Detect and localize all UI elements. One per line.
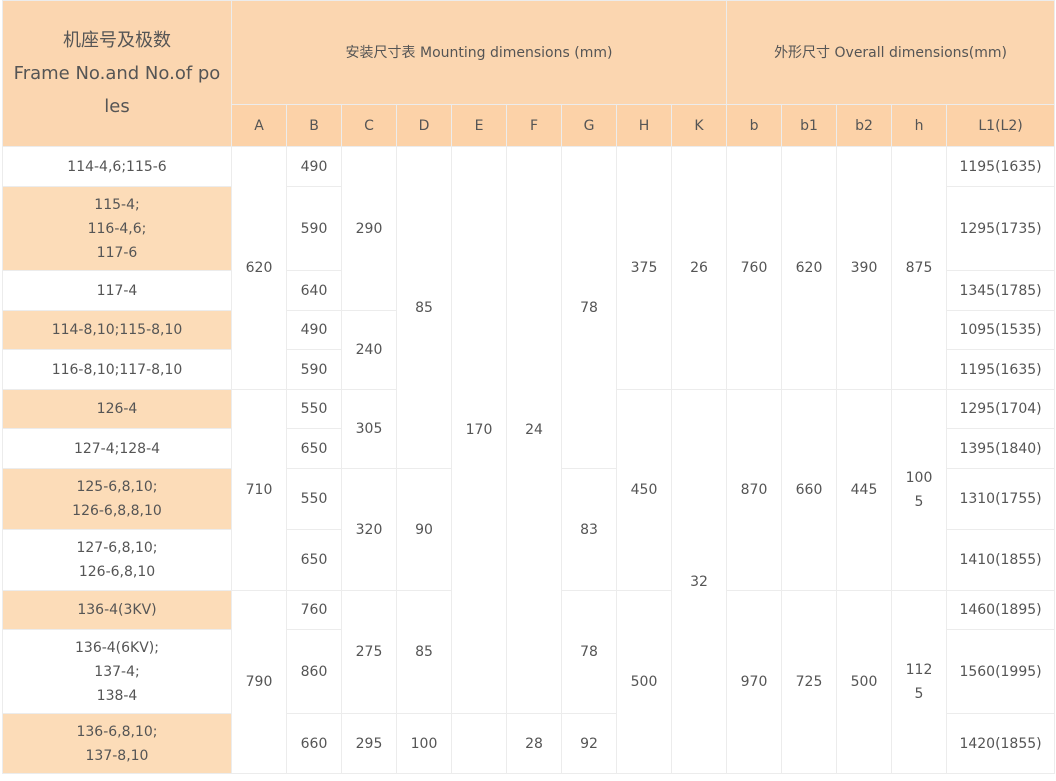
cell-k: 32 — [670, 389, 728, 774]
cell-g: 92 — [561, 713, 617, 774]
cell-b: 590 — [286, 349, 342, 390]
cell-a: 790 — [231, 590, 287, 774]
column-header-c: C — [341, 104, 397, 147]
overall-dimensions-header: 外形尺寸 Overall dimensions(mm) — [726, 0, 1056, 105]
cell-c: 275 — [341, 590, 397, 714]
table-row: 114-4,6;115-6 620 490 290 85 170 24 78 3… — [2, 146, 1056, 714]
frame-cell: 127-4;128-4 — [2, 428, 232, 469]
frame-cell: 136-4(3KV) — [2, 590, 232, 630]
cell-b: 490 — [286, 146, 342, 187]
cell-c: 290 — [341, 146, 397, 311]
cell-b: 590 — [286, 186, 342, 271]
frame-cell: 136-6,8,10; 137-8,10 — [2, 713, 232, 774]
cell-b: 660 — [286, 713, 342, 774]
frame-cell: 116-8,10;117-8,10 — [2, 349, 232, 390]
frame-cell: 125-6,8,10; 126-6,8,8,10 — [2, 468, 232, 530]
column-header-b-overall: b — [726, 104, 783, 147]
cell-l1: 1460(1895) — [946, 590, 1056, 630]
cell-l1: 1095(1535) — [946, 310, 1056, 350]
cell-c: 305 — [341, 389, 397, 469]
cell-l1: 1395(1840) — [946, 428, 1056, 469]
cell-a: 710 — [231, 389, 287, 591]
cell-b: 860 — [286, 629, 342, 714]
cell-b-overall: 760 — [726, 146, 783, 390]
cell-h-overall: 100 5 — [891, 389, 948, 591]
column-header-d: D — [396, 104, 452, 147]
cell-e — [451, 713, 507, 774]
column-header-h: H — [616, 104, 672, 147]
dimensions-table: 机座号及极数 Frame No.and No.of po les 安装尺寸表 M… — [2, 0, 1056, 774]
frame-cell: 117-4 — [2, 270, 232, 311]
cell-h: 450 — [616, 389, 672, 591]
frame-cell: 136-4(6KV); 137-4; 138-4 — [2, 629, 232, 714]
cell-l1: 1560(1995) — [946, 629, 1056, 714]
cell-b1: 725 — [781, 590, 838, 774]
cell-d: 85 — [396, 146, 452, 469]
cell-b: 760 — [286, 590, 342, 630]
cell-b2: 500 — [836, 590, 893, 774]
column-header-l1: L1(L2) — [946, 104, 1056, 147]
frame-cell: 114-8,10;115-8,10 — [2, 310, 232, 350]
cell-g: 78 — [561, 146, 617, 469]
cell-b: 550 — [286, 389, 342, 429]
cell-c: 320 — [341, 468, 397, 591]
column-header-g: G — [561, 104, 617, 147]
cell-f: 28 — [506, 713, 562, 774]
cell-g: 78 — [561, 590, 617, 714]
cell-l1: 1345(1785) — [946, 270, 1056, 311]
cell-c: 240 — [341, 310, 397, 390]
cell-d: 90 — [396, 468, 452, 591]
cell-l1: 1295(1735) — [946, 186, 1056, 271]
cell-l1: 1420(1855) — [946, 713, 1056, 774]
cell-b: 650 — [286, 428, 342, 469]
cell-b2: 445 — [836, 389, 893, 591]
cell-c: 295 — [341, 713, 397, 774]
frame-cell: 115-4; 116-4,6; 117-6 — [2, 186, 232, 271]
frame-cell: 126-4 — [2, 389, 232, 429]
frame-cell: 127-6,8,10; 126-6,8,10 — [2, 529, 232, 591]
cell-a: 620 — [231, 146, 287, 390]
mounting-dimensions-header: 安装尺寸表 Mounting dimensions (mm) — [230, 0, 728, 105]
cell-b-overall: 970 — [726, 590, 783, 774]
cell-l1: 1410(1855) — [946, 529, 1056, 591]
column-header-b: B — [286, 104, 342, 147]
column-header-k: K — [670, 104, 728, 147]
column-header-e: E — [451, 104, 507, 147]
cell-l1: 1195(1635) — [946, 349, 1056, 390]
frame-header: 机座号及极数 Frame No.and No.of po les — [2, 0, 232, 147]
cell-f: 24 — [506, 146, 562, 714]
column-header-a: A — [231, 104, 287, 147]
cell-b1: 660 — [781, 389, 838, 591]
cell-d: 85 — [396, 590, 452, 714]
frame-cell: 114-4,6;115-6 — [2, 146, 232, 187]
cell-k: 26 — [670, 146, 728, 390]
cell-b2: 390 — [836, 146, 893, 390]
cell-b: 650 — [286, 529, 342, 591]
cell-e: 170 — [451, 146, 507, 714]
cell-b: 490 — [286, 310, 342, 350]
cell-b-overall: 870 — [726, 389, 783, 591]
column-header-b2: b2 — [836, 104, 893, 147]
cell-b1: 620 — [781, 146, 838, 390]
column-header-f: F — [506, 104, 562, 147]
cell-h-overall: 875 — [891, 146, 948, 390]
cell-h: 500 — [616, 590, 672, 774]
cell-l1: 1295(1704) — [946, 389, 1056, 429]
cell-g: 83 — [561, 468, 617, 591]
cell-b: 640 — [286, 270, 342, 311]
cell-d: 100 — [396, 713, 452, 774]
cell-h-overall: 112 5 — [891, 590, 948, 774]
column-header-h-overall: h — [891, 104, 948, 147]
cell-l1: 1310(1755) — [946, 468, 1056, 530]
cell-l1: 1195(1635) — [946, 146, 1056, 187]
cell-b: 550 — [286, 468, 342, 530]
cell-h: 375 — [616, 146, 672, 390]
column-header-b1: b1 — [781, 104, 838, 147]
